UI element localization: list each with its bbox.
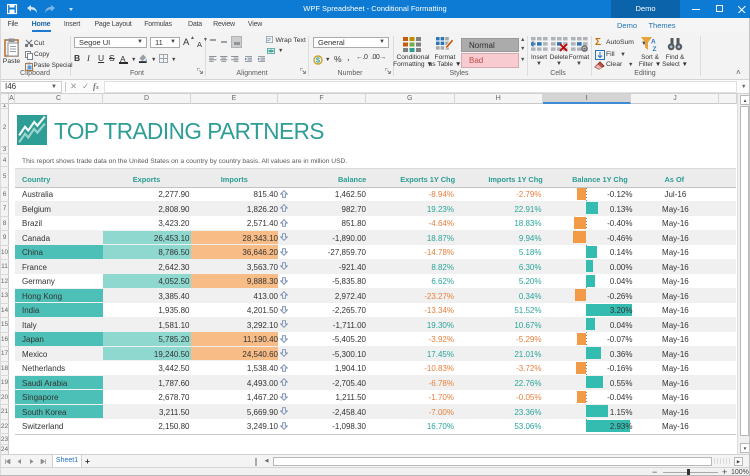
svg-text:Z: Z xyxy=(653,46,657,52)
svg-text:A: A xyxy=(651,39,656,46)
